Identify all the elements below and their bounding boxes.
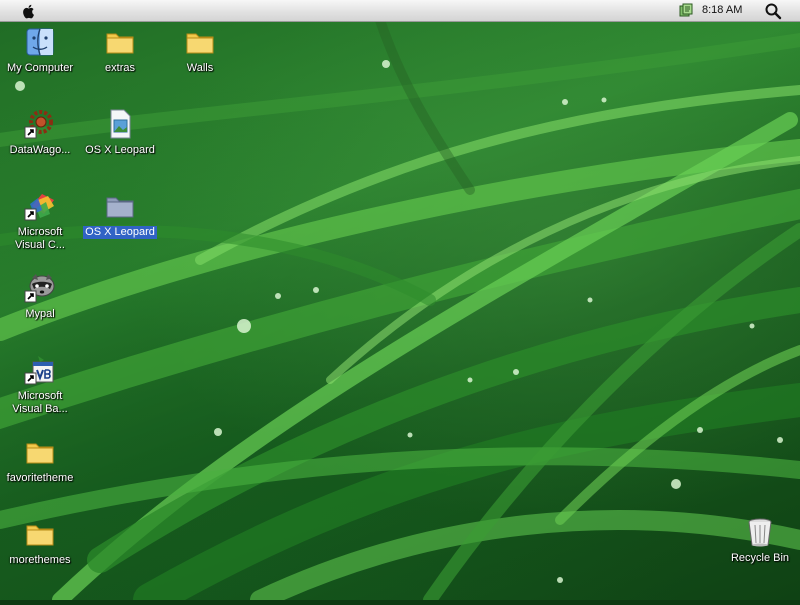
grass-blades: [0, 15, 800, 605]
desktop-icon-walls[interactable]: Walls: [162, 26, 238, 76]
desktop-icon-os-x-leopard-folder[interactable]: OS X Leopard: [82, 190, 158, 240]
desktop-icon-my-computer[interactable]: My Computer: [2, 26, 78, 76]
folder-icon: [106, 197, 134, 218]
icon-label: Mypal: [25, 308, 55, 320]
desktop-icon-microsoft-visual-c[interactable]: Microsoft Visual C...: [2, 190, 78, 253]
apple-menu-icon[interactable]: [20, 2, 38, 20]
folder-icon: [106, 33, 134, 54]
desktop-icon-recycle-bin[interactable]: Recycle Bin: [722, 516, 798, 566]
desktop-icon-mypal[interactable]: Mypal: [2, 272, 78, 322]
desktop-icon-extras[interactable]: extras: [82, 26, 158, 76]
menu-bar: 8:18 AM: [0, 0, 800, 22]
folder-icon: [26, 525, 54, 546]
desktop-icon-favoritetheme[interactable]: favoritetheme: [2, 436, 78, 486]
folder-icon: [186, 33, 214, 54]
icon-label: favoritetheme: [6, 472, 74, 484]
folder-icon: [26, 443, 54, 464]
raccoon-shortcut-icon: [24, 274, 55, 303]
icon-label: My Computer: [6, 62, 74, 74]
visual-basic-shortcut-icon: [24, 356, 54, 385]
icon-label: Recycle Bin: [730, 552, 790, 564]
network-status-icon[interactable]: [678, 3, 694, 19]
icon-label: DataWago...: [9, 144, 71, 156]
desktop-icon-datawago[interactable]: DataWago...: [2, 108, 78, 158]
finder-icon: [26, 28, 54, 56]
desktop-wallpaper: [0, 0, 800, 605]
image-file-icon: [110, 109, 131, 139]
spotlight-search-icon[interactable]: [764, 2, 782, 20]
desktop-icon-microsoft-visual-ba[interactable]: Microsoft Visual Ba...: [2, 354, 78, 417]
desktop-icon-os-x-leopard-file[interactable]: OS X Leopard: [82, 108, 158, 158]
icon-label: extras: [105, 62, 135, 74]
visual-studio-shortcut-icon: [24, 194, 54, 221]
icon-label: morethemes: [9, 554, 71, 566]
icon-label: Microsoft Visual C...: [15, 226, 65, 251]
icon-label: Walls: [186, 62, 214, 74]
icon-label: Microsoft Visual Ba...: [12, 390, 68, 415]
desktop-icon-morethemes[interactable]: morethemes: [2, 518, 78, 568]
recycle-bin-icon: [748, 518, 772, 547]
icon-label: OS X Leopard: [85, 144, 155, 156]
menu-clock[interactable]: 8:18 AM: [702, 4, 742, 16]
gear-shortcut-icon: [24, 110, 53, 139]
icon-label: OS X Leopard: [83, 226, 157, 239]
